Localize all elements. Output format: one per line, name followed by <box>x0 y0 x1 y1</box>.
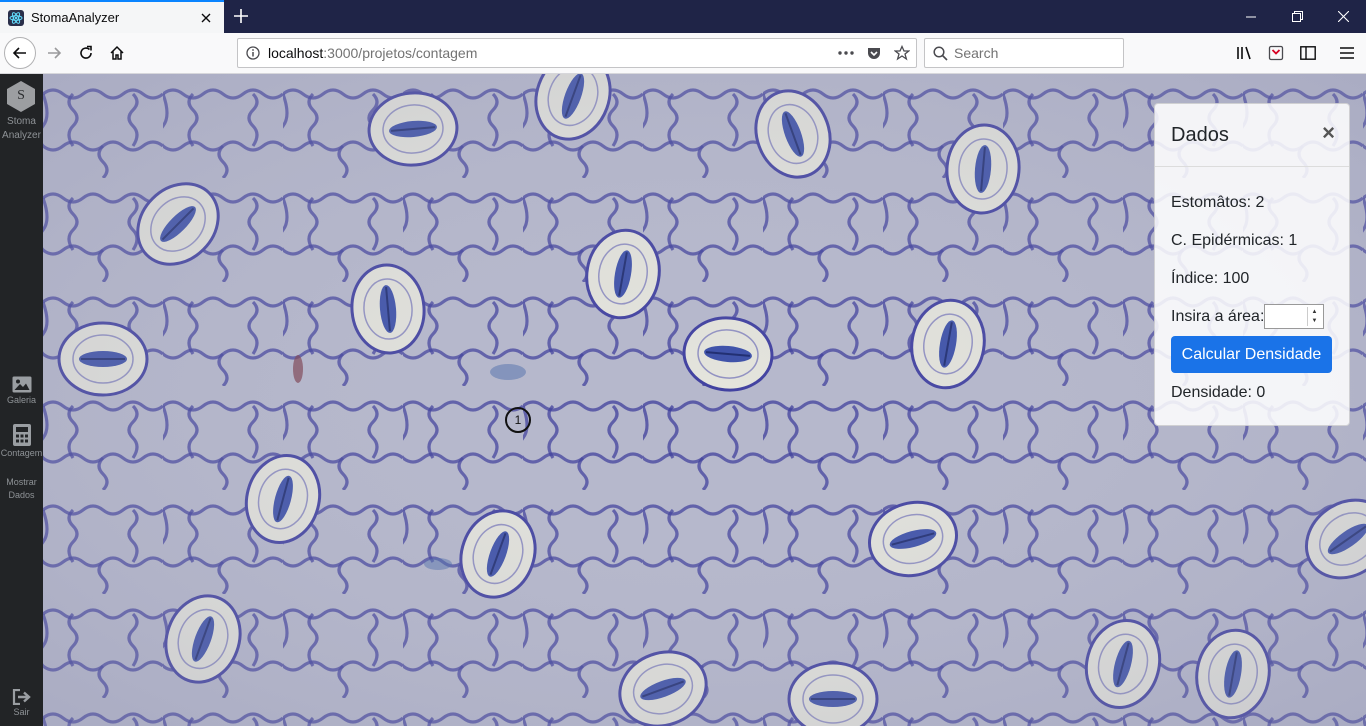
search-icon <box>933 45 948 61</box>
estomatos-count: Estomâtos: 2 <box>1171 194 1265 211</box>
densidade-value: Densidade: 0 <box>1171 384 1266 401</box>
url-path: :3000/projetos/contagem <box>323 45 478 61</box>
dados-panel: Dados × Estomâtos: 2 C. Epidérmicas: 1 Í… <box>1154 103 1350 426</box>
sidebar-item-mostrar-dados[interactable]: Mostrar Dados <box>0 475 43 502</box>
image-icon <box>12 376 31 393</box>
close-tab-icon[interactable] <box>194 6 218 30</box>
react-favicon-icon <box>8 9 24 26</box>
area-label: Insira a área: <box>1171 308 1265 325</box>
library-icon[interactable] <box>1230 38 1260 68</box>
search-placeholder: Search <box>954 45 999 61</box>
sidebar-item-label: Sair <box>13 707 30 717</box>
sign-out-icon <box>12 689 31 705</box>
calcular-densidade-button[interactable]: Calcular Densidade <box>1171 336 1332 373</box>
forward-button[interactable] <box>38 37 70 69</box>
url-host: localhost <box>268 45 324 61</box>
browser-titlebar: StomaAnalyzer <box>0 0 1366 33</box>
page-actions-icon[interactable] <box>832 39 860 67</box>
sidebar-item-label: Contagem <box>0 448 43 458</box>
sidebar-item-sair[interactable]: Sair <box>0 689 43 719</box>
home-icon[interactable] <box>101 37 133 69</box>
hamburger-menu-icon[interactable] <box>1332 38 1362 68</box>
app-sidebar: S Stoma Analyzer Galeria Contagem Mostra… <box>0 74 43 726</box>
close-icon[interactable]: × <box>1322 122 1335 144</box>
pocket-list-icon[interactable] <box>1261 38 1291 68</box>
close-window-icon[interactable] <box>1320 0 1366 33</box>
calculator-icon <box>12 424 31 446</box>
sidebar-toggle-icon[interactable] <box>1293 38 1323 68</box>
url-bar[interactable]: localhost:3000/projetos/contagem <box>237 38 917 68</box>
area-input[interactable]: ▲ ▼ <box>1264 304 1324 329</box>
panel-header: Dados × <box>1155 104 1349 167</box>
info-icon[interactable] <box>238 46 268 60</box>
search-bar[interactable]: Search <box>924 38 1124 68</box>
url-text[interactable]: localhost:3000/projetos/contagem <box>268 45 832 61</box>
indice-value: Índice: 100 <box>1171 270 1250 287</box>
stoma-count-marker[interactable]: 1 <box>505 407 531 433</box>
logo-letter: S <box>17 88 25 103</box>
stepper-up-icon[interactable]: ▲ <box>1308 307 1321 317</box>
sidebar-item-label: Galeria <box>6 395 36 405</box>
sidebar-item-galeria[interactable]: Galeria <box>0 376 43 407</box>
stepper-down-icon[interactable]: ▼ <box>1308 317 1321 327</box>
tab-title: StomaAnalyzer <box>31 10 120 25</box>
area-stepper[interactable]: ▲ ▼ <box>1307 307 1321 326</box>
app-logo[interactable]: S <box>6 80 36 113</box>
sidebar-item-contagem[interactable]: Contagem <box>0 424 43 460</box>
restore-icon[interactable] <box>1274 0 1320 33</box>
panel-title: Dados <box>1171 124 1229 146</box>
minimize-icon[interactable] <box>1228 0 1274 33</box>
sidebar-item-label-line1: Mostrar <box>6 477 37 487</box>
app-name-line2: Analyzer <box>2 130 41 141</box>
new-tab-icon[interactable] <box>229 4 253 28</box>
bookmark-star-icon[interactable] <box>888 39 916 67</box>
epidermicas-count: C. Epidérmicas: 1 <box>1171 232 1298 249</box>
back-button[interactable] <box>4 37 36 69</box>
browser-tab[interactable]: StomaAnalyzer <box>0 0 224 33</box>
reload-icon[interactable] <box>70 37 102 69</box>
browser-navbar: localhost:3000/projetos/contagem Search <box>0 33 1366 74</box>
app-name-line1: Stoma <box>7 116 36 127</box>
sidebar-item-label-line2: Dados <box>8 490 35 500</box>
app-name: Stoma Analyzer <box>0 115 43 143</box>
pocket-icon[interactable] <box>860 39 888 67</box>
